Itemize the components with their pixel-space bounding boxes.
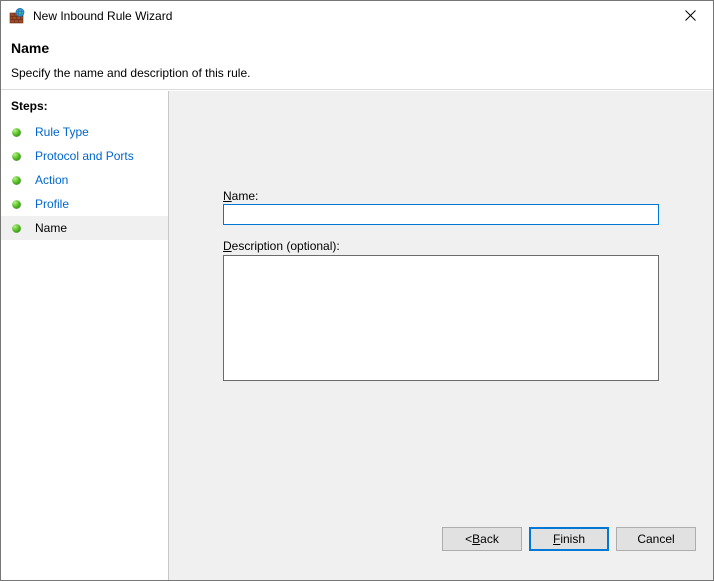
steps-heading: Steps: [11,99,48,113]
sidebar-item-profile[interactable]: Profile [1,192,168,216]
page-header: Name Specify the name and description of… [1,31,713,90]
description-field-label: Description (optional): [223,239,340,253]
cancel-button[interactable]: Cancel [616,527,696,551]
green-dot-icon [12,127,21,137]
green-dot-icon [12,223,21,233]
sidebar-item-label: Profile [35,197,70,211]
sidebar-item-label: Name [35,221,68,235]
title-bar: New Inbound Rule Wizard [1,1,713,31]
sidebar-item-action[interactable]: Action [1,168,168,192]
page-subtitle: Specify the name and description of this… [11,66,251,80]
firewall-globe-icon [9,8,25,24]
wizard-window: New Inbound Rule Wizard Name Specify the… [0,0,714,581]
accelerator-letter: F [552,532,561,546]
accelerator-letter: N [223,189,232,203]
sidebar-item-protocol-and-ports[interactable]: Protocol and Ports [1,144,168,168]
green-dot-icon [12,199,21,209]
steps-sidebar: Steps: Rule Type Protocol and Ports Acti… [1,91,169,580]
description-input[interactable] [223,255,659,381]
name-input[interactable] [223,204,659,225]
window-title: New Inbound Rule Wizard [33,9,173,23]
sidebar-item-label: Action [35,173,69,187]
sidebar-item-name[interactable]: Name [1,216,168,240]
page-title: Name [11,40,50,56]
sidebar-item-label: Rule Type [35,125,89,139]
sidebar-item-rule-type[interactable]: Rule Type [1,120,168,144]
accelerator-letter: D [223,239,232,253]
close-button[interactable] [667,1,713,30]
button-bar: < Back Finish Cancel [169,518,713,580]
back-button[interactable]: < Back [442,527,522,551]
steps-list: Rule Type Protocol and Ports Action Prof… [1,120,168,240]
sidebar-item-label: Protocol and Ports [35,149,134,163]
name-field-label: Name: [223,189,259,203]
green-dot-icon [12,151,21,161]
finish-button[interactable]: Finish [529,527,609,551]
accelerator-letter: B [472,532,481,546]
close-icon [684,10,696,21]
green-dot-icon [12,175,21,185]
content-pane: Name: Description (optional): < Back Fin… [169,91,713,580]
wizard-body: Steps: Rule Type Protocol and Ports Acti… [1,91,713,580]
